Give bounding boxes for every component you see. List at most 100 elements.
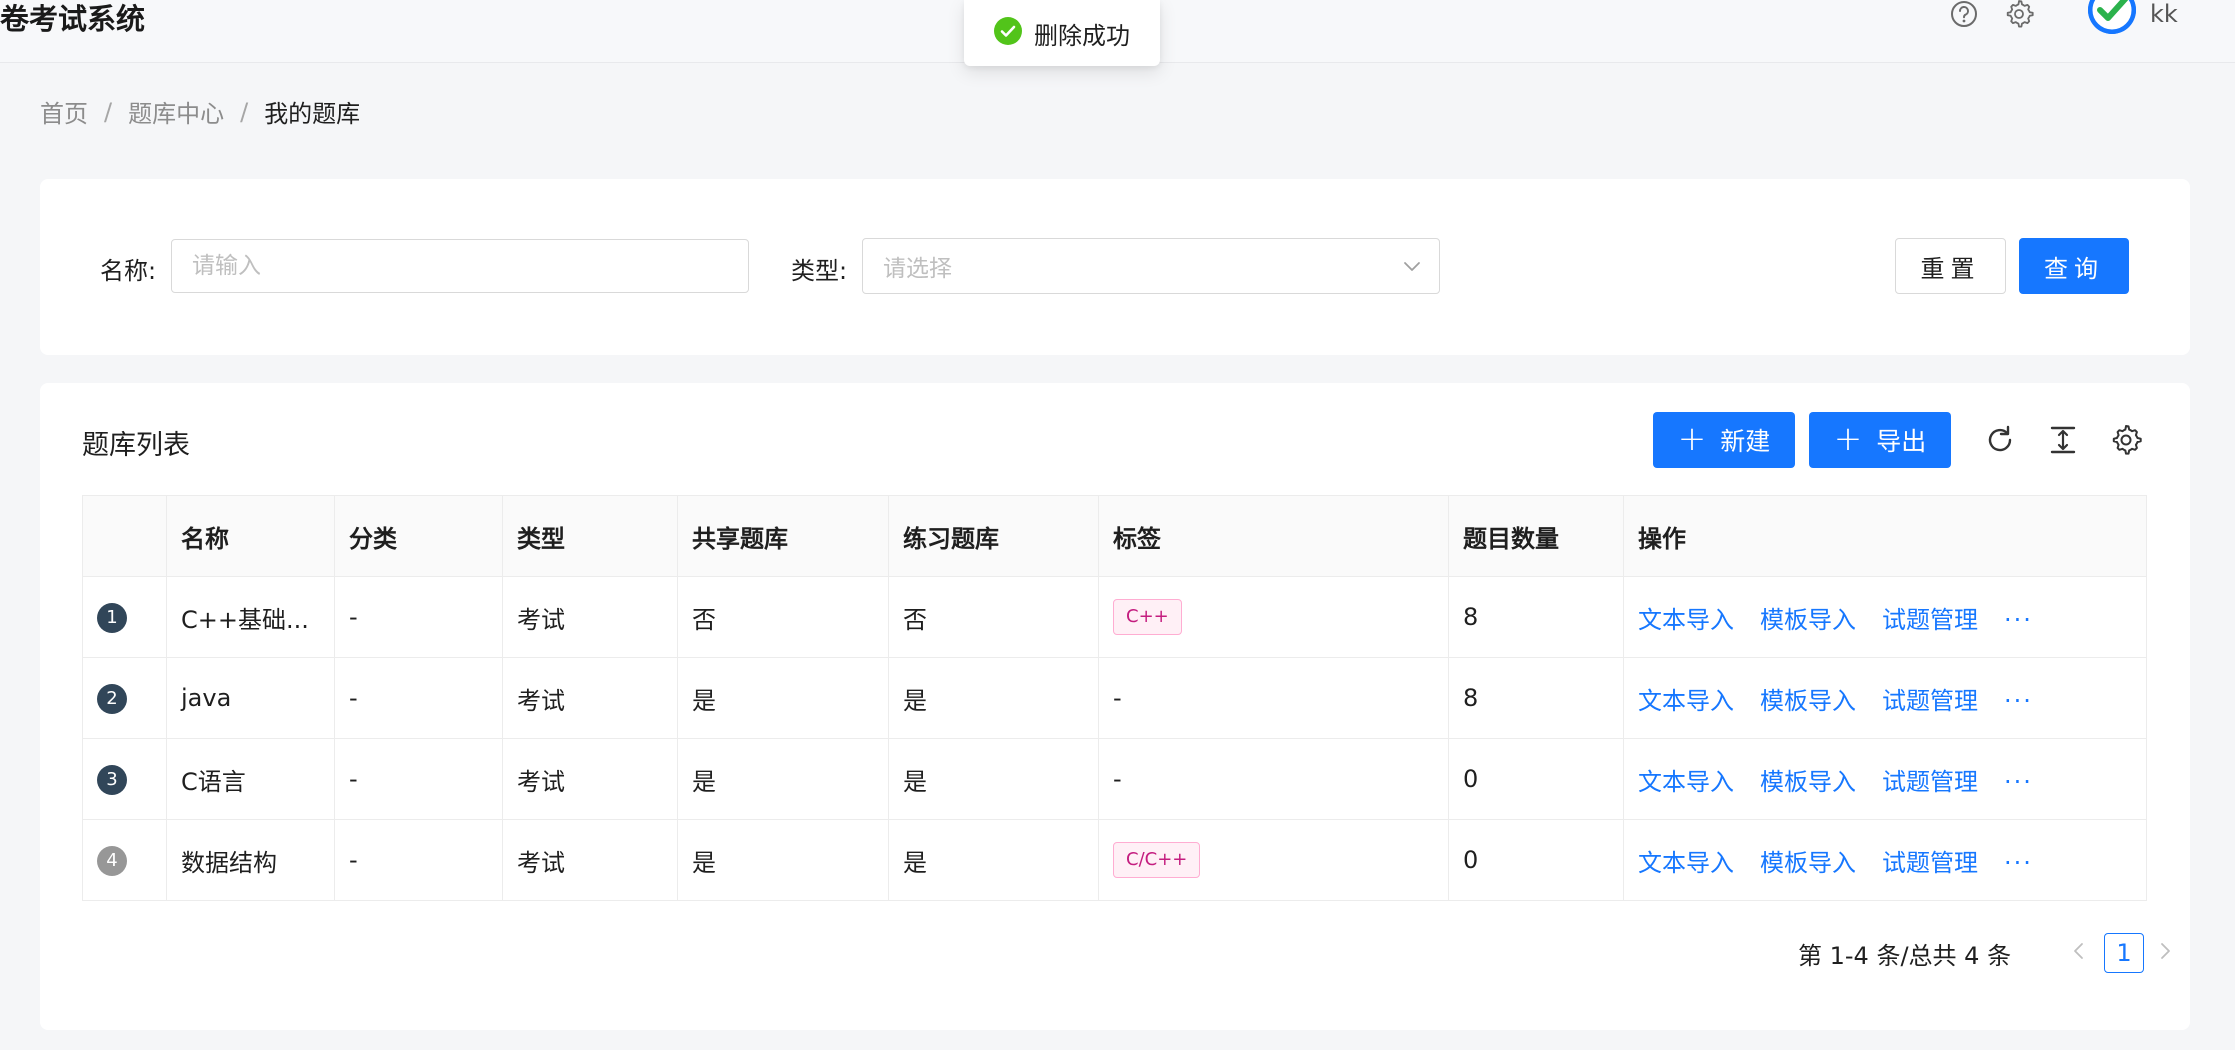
breadcrumb: 首页 / 题库中心 / 我的题库 xyxy=(40,94,360,129)
table-row: 4 数据结构 - 考试 是 是 C/C++ 0 文本导入 模板导入 试题管理 ··· xyxy=(82,819,2147,901)
export-button-label: 导出 xyxy=(1876,427,1927,456)
cell-category: - xyxy=(334,657,503,739)
filter-card: 名称: 类型: 请选择 重置 查询 xyxy=(40,179,2190,355)
column-header-shared[interactable]: 共享题库 xyxy=(677,495,889,577)
column-header-type[interactable]: 类型 xyxy=(502,495,678,577)
cell-name: C++基础... xyxy=(166,576,335,658)
row-index-badge: 3 xyxy=(97,764,127,795)
cell-category: - xyxy=(334,576,503,658)
breadcrumb-home[interactable]: 首页 xyxy=(40,94,88,129)
cell-tags: - xyxy=(1098,657,1449,739)
row-index-badge: 2 xyxy=(97,683,127,714)
toast-message: 删除成功 xyxy=(1034,21,1130,50)
row-index-badge: 1 xyxy=(97,602,127,633)
cell-type: 考试 xyxy=(502,819,678,901)
text-import-link[interactable]: 文本导入 xyxy=(1638,849,1734,877)
export-button[interactable]: + 导出 xyxy=(1809,412,1951,468)
check-logo-icon xyxy=(2088,0,2136,34)
row-index-badge: 4 xyxy=(97,845,127,876)
reset-button[interactable]: 重置 xyxy=(1895,238,2006,294)
more-actions-icon[interactable]: ··· xyxy=(2004,849,2033,877)
check-circle-icon xyxy=(994,17,1022,49)
cell-category: - xyxy=(334,819,503,901)
template-import-link[interactable]: 模板导入 xyxy=(1760,849,1856,877)
cell-actions: 文本导入 模板导入 试题管理 ··· xyxy=(1623,819,2147,901)
cell-shared: 是 xyxy=(677,738,889,820)
reload-icon[interactable] xyxy=(1983,423,2017,457)
plus-icon: + xyxy=(1677,418,1707,459)
type-label: 类型: xyxy=(791,257,848,285)
type-select[interactable]: 请选择 xyxy=(862,238,1440,294)
cell-actions: 文本导入 模板导入 试题管理 ··· xyxy=(1623,576,2147,658)
question-bank-table: 名称 分类 类型 共享题库 练习题库 标签 题目数量 操作 1 C++基础...… xyxy=(82,495,2147,901)
cell-shared: 否 xyxy=(677,576,889,658)
cell-count: 8 xyxy=(1448,657,1624,739)
more-actions-icon[interactable]: ··· xyxy=(2004,768,2033,796)
cell-name: java xyxy=(166,657,335,739)
name-label: 名称: xyxy=(100,257,157,285)
cell-practice: 是 xyxy=(888,738,1099,820)
template-import-link[interactable]: 模板导入 xyxy=(1760,606,1856,634)
cell-name: C语言 xyxy=(166,738,335,820)
question-manage-link[interactable]: 试题管理 xyxy=(1882,849,1978,877)
template-import-link[interactable]: 模板导入 xyxy=(1760,768,1856,796)
column-header-category[interactable]: 分类 xyxy=(334,495,503,577)
text-import-link[interactable]: 文本导入 xyxy=(1638,606,1734,634)
cell-practice: 否 xyxy=(888,576,1099,658)
column-header-practice[interactable]: 练习题库 xyxy=(888,495,1099,577)
plus-icon: + xyxy=(1833,418,1863,459)
template-import-link[interactable]: 模板导入 xyxy=(1760,687,1856,715)
cell-category: - xyxy=(334,738,503,820)
question-circle-icon[interactable] xyxy=(1948,0,1980,32)
column-header-index xyxy=(82,495,167,577)
cell-type: 考试 xyxy=(502,576,678,658)
user-name[interactable]: kk xyxy=(2150,0,2178,28)
cell-type: 考试 xyxy=(502,738,678,820)
settings-gear-icon[interactable] xyxy=(2109,423,2143,457)
cell-actions: 文本导入 模板导入 试题管理 ··· xyxy=(1623,738,2147,820)
breadcrumb-my-question-bank: 我的题库 xyxy=(264,100,361,128)
column-header-name[interactable]: 名称 xyxy=(166,495,335,577)
more-actions-icon[interactable]: ··· xyxy=(2004,606,2033,634)
text-import-link[interactable]: 文本导入 xyxy=(1638,768,1734,796)
gear-icon[interactable] xyxy=(2003,0,2035,32)
cell-practice: 是 xyxy=(888,657,1099,739)
pagination-page-1[interactable]: 1 xyxy=(2104,933,2144,973)
cell-shared: 是 xyxy=(677,657,889,739)
avatar[interactable] xyxy=(2088,0,2136,34)
tag-badge: C++ xyxy=(1113,599,1182,635)
app-title: 卷考试系统 xyxy=(0,2,146,36)
question-bank-list-card: 题库列表 + 新建 + 导出 名称 分类 类型 共享题库 练习题库 标签 题目数… xyxy=(40,383,2190,1030)
list-title: 题库列表 xyxy=(82,430,190,461)
tag-badge: C/C++ xyxy=(1113,842,1201,878)
cell-actions: 文本导入 模板导入 试题管理 ··· xyxy=(1623,657,2147,739)
cell-count: 0 xyxy=(1448,738,1624,820)
more-actions-icon[interactable]: ··· xyxy=(2004,687,2033,715)
table-header-row: 名称 分类 类型 共享题库 练习题库 标签 题目数量 操作 xyxy=(82,495,2147,577)
breadcrumb-question-center[interactable]: 题库中心 xyxy=(128,94,224,129)
column-header-count[interactable]: 题目数量 xyxy=(1448,495,1624,577)
text-import-link[interactable]: 文本导入 xyxy=(1638,687,1734,715)
column-height-icon[interactable] xyxy=(2046,423,2080,457)
cell-type: 考试 xyxy=(502,657,678,739)
table-row: 2 java - 考试 是 是 - 8 文本导入 模板导入 试题管理 ··· xyxy=(82,657,2147,739)
column-header-tags[interactable]: 标签 xyxy=(1098,495,1449,577)
chevron-right-icon[interactable] xyxy=(2154,940,2176,962)
query-button[interactable]: 查询 xyxy=(2019,238,2129,294)
cell-practice: 是 xyxy=(888,819,1099,901)
question-manage-link[interactable]: 试题管理 xyxy=(1882,687,1978,715)
chevron-down-icon xyxy=(1401,255,1423,277)
question-manage-link[interactable]: 试题管理 xyxy=(1882,768,1978,796)
question-manage-link[interactable]: 试题管理 xyxy=(1882,606,1978,634)
breadcrumb-separator: / xyxy=(240,97,249,126)
pagination-summary: 第 1-4 条/总共 4 条 xyxy=(1798,942,2012,970)
table-row: 3 C语言 - 考试 是 是 - 0 文本导入 模板导入 试题管理 ··· xyxy=(82,738,2147,820)
column-header-actions: 操作 xyxy=(1623,495,2147,577)
new-button[interactable]: + 新建 xyxy=(1653,412,1795,468)
cell-count: 0 xyxy=(1448,819,1624,901)
cell-count: 8 xyxy=(1448,576,1624,658)
cell-name: 数据结构 xyxy=(166,819,335,901)
chevron-left-icon[interactable] xyxy=(2068,940,2090,962)
name-input[interactable] xyxy=(171,239,749,293)
cell-tags: - xyxy=(1098,738,1449,820)
